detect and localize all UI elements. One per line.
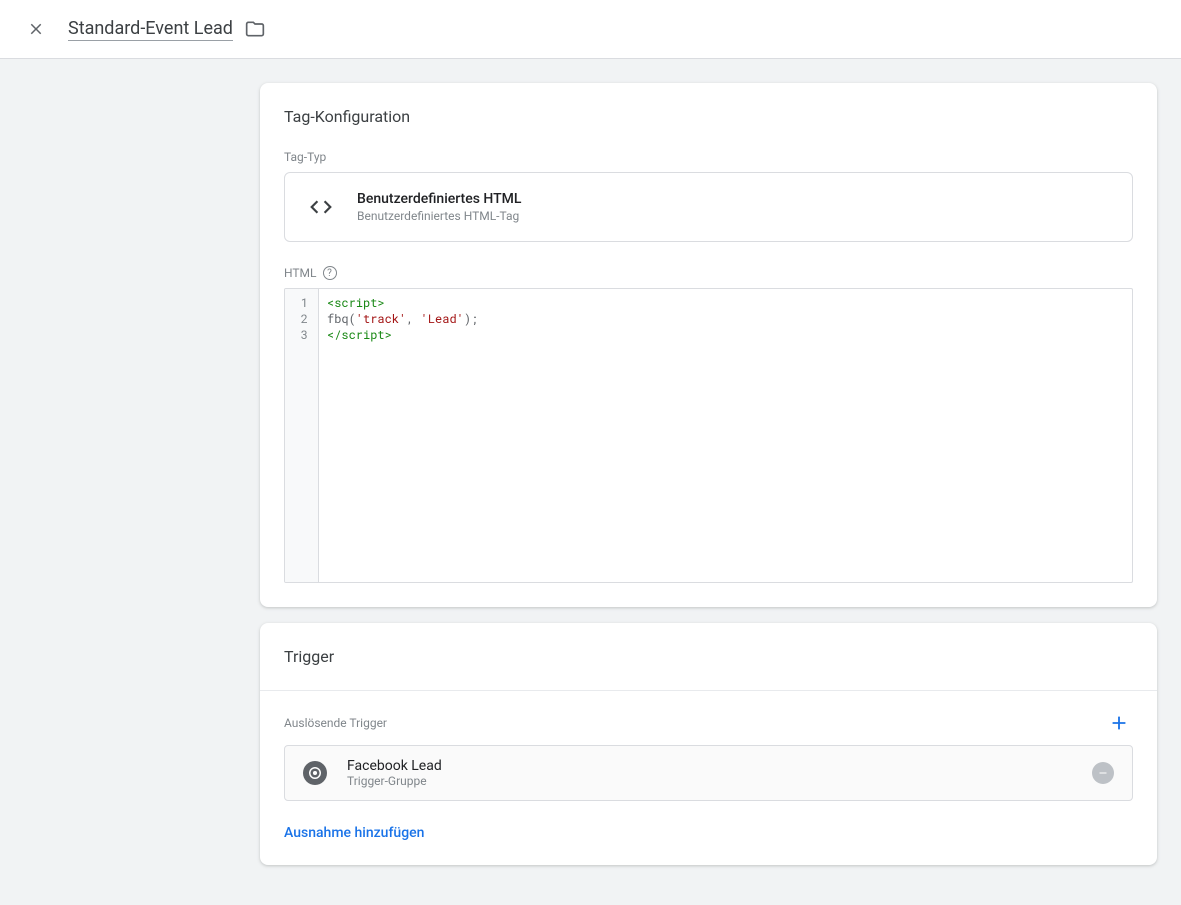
close-icon bbox=[27, 20, 45, 38]
trigger-head: Auslösende Trigger bbox=[284, 709, 1133, 737]
trigger-card: Trigger Auslösende Trigger Facebook Lead… bbox=[260, 623, 1157, 865]
title-wrap: Standard-Event Lead bbox=[68, 18, 265, 41]
html-label: HTML ? bbox=[284, 266, 1133, 280]
firing-trigger-label: Auslösende Trigger bbox=[284, 716, 387, 730]
add-trigger-button[interactable] bbox=[1105, 709, 1133, 737]
remove-trigger-button[interactable] bbox=[1092, 762, 1114, 784]
tag-type-selector[interactable]: Benutzerdefiniertes HTML Benutzerdefinie… bbox=[284, 172, 1133, 242]
code-icon bbox=[305, 191, 337, 223]
content-area: Tag-Konfiguration Tag-Typ Benutzerdefini… bbox=[0, 59, 1181, 905]
help-icon[interactable]: ? bbox=[323, 266, 337, 280]
folder-icon[interactable] bbox=[245, 19, 265, 39]
plus-icon bbox=[1108, 712, 1130, 734]
minus-icon bbox=[1097, 767, 1109, 779]
trigger-group-icon bbox=[303, 761, 327, 785]
code-gutter: 123 bbox=[285, 289, 319, 582]
tag-config-title: Tag-Konfiguration bbox=[284, 107, 1133, 126]
page-title[interactable]: Standard-Event Lead bbox=[68, 18, 233, 41]
tag-type-subtitle: Benutzerdefiniertes HTML-Tag bbox=[357, 209, 521, 223]
trigger-item[interactable]: Facebook Lead Trigger-Gruppe bbox=[284, 745, 1133, 801]
tag-config-card: Tag-Konfiguration Tag-Typ Benutzerdefini… bbox=[260, 83, 1157, 607]
trigger-item-title: Facebook Lead bbox=[347, 758, 442, 774]
tag-type-label: Tag-Typ bbox=[284, 150, 1133, 164]
trigger-item-subtitle: Trigger-Gruppe bbox=[347, 774, 442, 788]
tag-type-text: Benutzerdefiniertes HTML Benutzerdefinie… bbox=[357, 191, 521, 223]
add-exception-link[interactable]: Ausnahme hinzufügen bbox=[284, 825, 424, 841]
header-bar: Standard-Event Lead bbox=[0, 0, 1181, 59]
trigger-text: Facebook Lead Trigger-Gruppe bbox=[347, 758, 442, 788]
code-body[interactable]: <script>fbq('track', 'Lead');</script> bbox=[319, 289, 1132, 582]
tag-type-title: Benutzerdefiniertes HTML bbox=[357, 191, 521, 207]
close-button[interactable] bbox=[24, 17, 48, 41]
html-code-editor[interactable]: 123 <script>fbq('track', 'Lead');</scrip… bbox=[284, 288, 1133, 583]
trigger-section-title: Trigger bbox=[284, 647, 1133, 666]
